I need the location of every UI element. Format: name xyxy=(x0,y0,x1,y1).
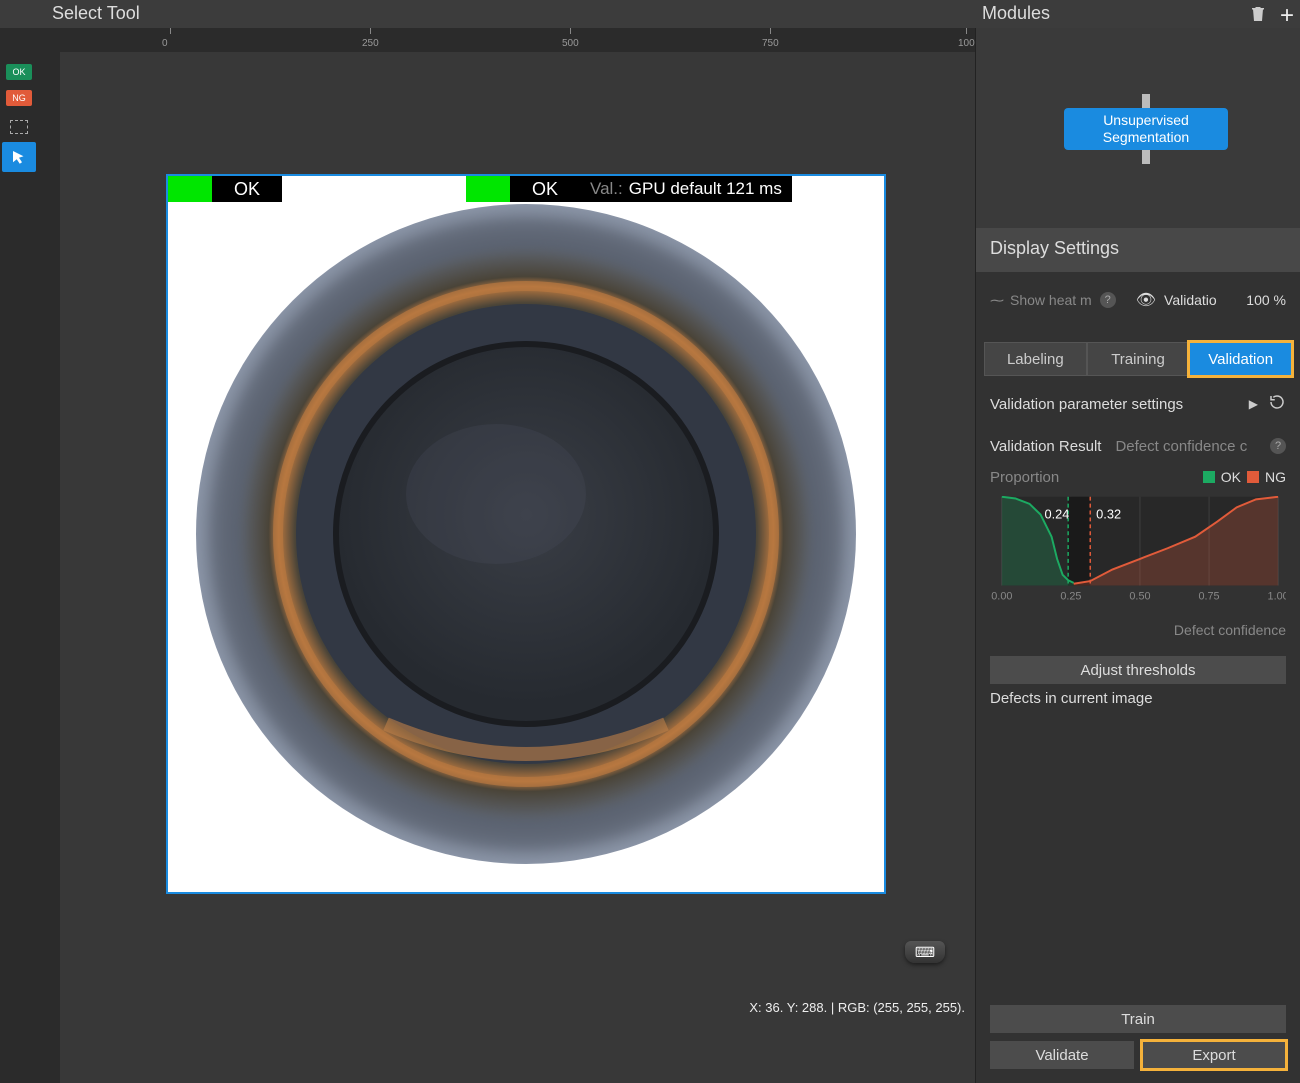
status-label-1: OK xyxy=(212,176,282,202)
modules-canvas[interactable]: Unsupervised Segmentation xyxy=(976,28,1300,228)
toolstrip: OK NG xyxy=(0,28,38,1083)
display-settings-header: Display Settings xyxy=(976,228,1300,272)
svg-text:0.32: 0.32 xyxy=(1096,506,1121,521)
tab-training[interactable]: Training xyxy=(1087,342,1190,376)
reset-icon[interactable] xyxy=(1268,393,1286,415)
status-label-2: OK xyxy=(510,176,580,202)
status-swatch-2 xyxy=(466,176,510,202)
validate-button[interactable]: Validate xyxy=(990,1041,1134,1069)
help-icon[interactable]: ? xyxy=(1100,292,1116,308)
validation-overlay-label[interactable]: Validatio xyxy=(1164,292,1217,308)
svg-text:0.24: 0.24 xyxy=(1044,506,1069,521)
chart-xlabel: Defect confidence xyxy=(990,622,1286,638)
svg-text:0.00: 0.00 xyxy=(991,590,1012,602)
chevron-right-icon[interactable]: ▶ xyxy=(1249,397,1258,411)
pointer-tool[interactable] xyxy=(2,142,36,172)
modules-header: Modules xyxy=(982,3,1050,24)
svg-text:1.00: 1.00 xyxy=(1268,590,1286,602)
right-panel: Unsupervised Segmentation Display Settin… xyxy=(975,28,1300,1083)
mode-tabs: Labeling Training Validation xyxy=(984,342,1292,376)
confidence-chart[interactable]: 0.00 0.25 0.50 0.75 1.00 0.24 0.32 xyxy=(990,496,1286,606)
status-swatch-1 xyxy=(168,176,212,202)
validation-timing: Val.: GPU default 121 ms xyxy=(580,176,792,202)
rectangle-select-tool[interactable] xyxy=(10,120,28,134)
ruler-horizontal: 0 250 500 750 100 xyxy=(60,28,975,52)
legend-ng-swatch xyxy=(1247,471,1259,483)
topbar: Select Tool Modules + xyxy=(0,0,1300,28)
svg-text:0.50: 0.50 xyxy=(1129,590,1150,602)
legend-ok-swatch xyxy=(1203,471,1215,483)
tag-ng-tool[interactable]: NG xyxy=(6,90,32,106)
svg-text:0.25: 0.25 xyxy=(1060,590,1081,602)
trash-icon[interactable] xyxy=(1250,6,1266,22)
help-icon[interactable]: ? xyxy=(1270,438,1286,454)
node-connector-bottom[interactable] xyxy=(1142,150,1150,164)
overlay-opacity[interactable]: 100 % xyxy=(1246,292,1286,308)
keyboard-icon[interactable]: ⌨ xyxy=(905,941,945,963)
inspected-image xyxy=(168,176,884,892)
module-node-unsupervised-segmentation[interactable]: Unsupervised Segmentation xyxy=(1064,108,1228,150)
cursor-status: X: 36. Y: 288. | RGB: (255, 255, 255). xyxy=(749,1000,965,1015)
tab-validation[interactable]: Validation xyxy=(1189,342,1292,376)
show-heatmap-label[interactable]: Show heat m xyxy=(1010,292,1092,308)
image-overlay-bar: OK OK Val.: GPU default 121 ms xyxy=(168,176,792,202)
proportion-row: Proportion OK NG xyxy=(990,464,1286,490)
train-button[interactable]: Train xyxy=(990,1005,1286,1033)
image-frame[interactable] xyxy=(168,176,884,892)
node-connector-top[interactable] xyxy=(1142,94,1150,108)
display-row: ⁓ Show heat m ? 👁 Validatio 100 % xyxy=(976,272,1300,328)
heatmap-icon: ⁓ xyxy=(990,292,1002,309)
viewport[interactable]: OK OK Val.: GPU default 121 ms ⌨ X: 36. … xyxy=(60,52,975,1083)
defects-label: Defects in current image xyxy=(990,690,1153,707)
canvas-area: 0 250 500 750 100 xyxy=(38,28,975,1083)
tab-labeling[interactable]: Labeling xyxy=(984,342,1087,376)
svg-text:0.75: 0.75 xyxy=(1198,590,1219,602)
ruler-vertical xyxy=(38,52,60,1083)
eye-icon[interactable]: 👁 xyxy=(1136,290,1156,310)
plus-icon[interactable]: + xyxy=(1280,2,1294,30)
adjust-thresholds-button[interactable]: Adjust thresholds xyxy=(990,656,1286,684)
export-button[interactable]: Export xyxy=(1142,1041,1286,1069)
validation-param-row[interactable]: Validation parameter settings ▶ xyxy=(990,388,1286,420)
toolbar-title: Select Tool xyxy=(52,3,140,24)
validation-result-row: Validation Result Defect confidence c ? xyxy=(990,432,1286,460)
bottom-buttons: Train Validate Export xyxy=(990,1005,1286,1069)
tag-ok-tool[interactable]: OK xyxy=(6,64,32,80)
